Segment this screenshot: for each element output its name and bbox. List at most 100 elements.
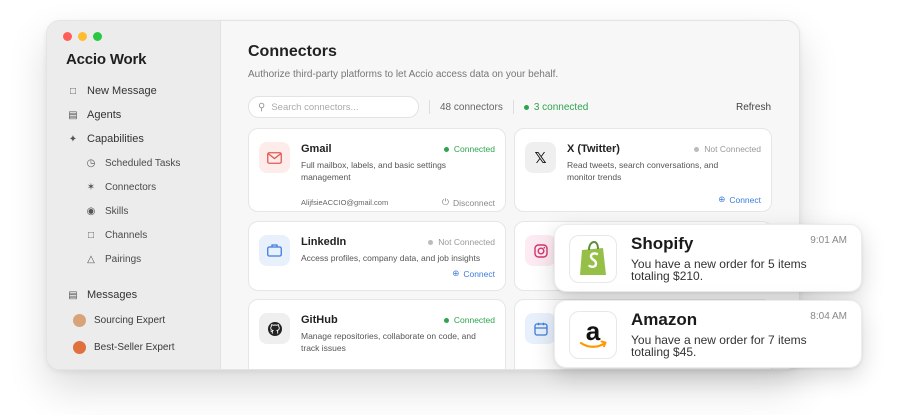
plus-circle-icon: ⊕	[452, 268, 460, 278]
connector-icon: ✶	[86, 181, 96, 193]
connect-label: Connect	[463, 268, 495, 279]
message-square-icon: □	[69, 85, 77, 97]
sidebar-item-label: Sourcing Expert	[94, 315, 166, 326]
connector-name: X (Twitter)	[567, 143, 620, 155]
connector-count: 48 connectors	[440, 101, 503, 113]
sidebar-item-agents[interactable]: ▤ Agents	[47, 103, 220, 127]
status-label: Not Connected	[438, 237, 495, 247]
minimize-window-button[interactable]	[78, 32, 87, 41]
status-label: Connected	[453, 144, 495, 154]
sidebar-item-label: Pairings	[105, 253, 142, 265]
close-window-button[interactable]	[63, 32, 72, 41]
connect-label: Connect	[729, 194, 761, 205]
connector-name: GitHub	[301, 314, 338, 326]
app-brand: Accio Work	[66, 51, 147, 68]
connector-card-linkedin[interactable]: LinkedIn Not Connected Access profiles, …	[248, 221, 506, 291]
svg-text:a: a	[586, 318, 601, 346]
amazon-logo-icon: a	[569, 311, 617, 359]
connect-button[interactable]: ⊕ Connect	[452, 268, 495, 279]
status-badge: Not Connected	[428, 237, 495, 247]
connector-description: Full mailbox, labels, and basic settings…	[301, 160, 447, 182]
search-input[interactable]	[271, 101, 402, 113]
github-icon	[259, 313, 290, 344]
sidebar-item-label: Connectors	[105, 181, 157, 193]
search-box[interactable]: ⚲	[248, 96, 419, 118]
connector-card-gmail[interactable]: Gmail Connected Full mailbox, labels, an…	[248, 128, 506, 212]
briefcase-icon	[259, 235, 290, 266]
sidebar-item-label: Messages	[87, 289, 138, 301]
disconnect-label: Disconnect	[452, 197, 495, 208]
refresh-button[interactable]: Refresh	[736, 102, 771, 113]
sidebar-item-label: Channels	[105, 229, 148, 241]
status-dot-icon	[428, 239, 434, 245]
sidebar-item-channels[interactable]: □ Channels	[47, 223, 220, 247]
sidebar-item-messages[interactable]: ▤ Messages	[47, 283, 220, 307]
sidebar-item-label: Capabilities	[87, 133, 144, 145]
sidebar-item-sourcing-expert[interactable]: Sourcing Expert	[47, 307, 220, 334]
toolbar-divider	[429, 100, 430, 114]
status-badge: Connected	[443, 144, 495, 154]
maximize-window-button[interactable]	[93, 32, 102, 41]
search-icon: ⚲	[258, 101, 266, 113]
window-controls	[63, 32, 102, 41]
sidebar-item-label: New Message	[87, 85, 157, 97]
page-subtitle: Authorize third-party platforms to let A…	[248, 69, 559, 80]
mail-icon	[259, 142, 290, 173]
notification-shopify[interactable]: Shopify 9:01 AM You have a new order for…	[554, 224, 862, 292]
connector-card-github[interactable]: GitHub Connected Manage repositories, co…	[248, 299, 506, 369]
notification-message: You have a new order for 7 items totalin…	[631, 333, 807, 359]
connect-button[interactable]: ⊕ Connect	[718, 194, 761, 205]
notification-time: 9:01 AM	[810, 235, 847, 246]
power-icon: ⏻	[441, 197, 449, 207]
calendar-icon	[525, 313, 556, 344]
sidebar-item-label: Scheduled Tasks	[105, 157, 181, 169]
pairings-icon: △	[87, 253, 95, 265]
sidebar-item-pairings[interactable]: △ Pairings	[47, 247, 220, 271]
plus-circle-icon: ⊕	[718, 194, 726, 204]
status-label: Connected	[453, 315, 495, 325]
sidebar-item-new-message[interactable]: □ New Message	[47, 79, 220, 103]
agents-icon: ▤	[68, 109, 78, 121]
sidebar-item-capabilities[interactable]: ✦ Capabilities	[47, 127, 220, 151]
sidebar-item-label: Best-Seller Expert	[94, 342, 175, 353]
instagram-icon	[525, 235, 556, 266]
status-badge: Connected	[443, 315, 495, 325]
connector-card-x-twitter[interactable]: 𝕏 X (Twitter) Not Connected Read tweets,…	[514, 128, 772, 212]
notification-amazon[interactable]: a Amazon 8:04 AM You have a new order fo…	[554, 300, 862, 368]
status-label: Not Connected	[704, 144, 761, 154]
connected-count: 3 connected	[523, 101, 589, 113]
status-dot-icon	[443, 317, 449, 323]
sidebar-item-label: Agents	[87, 109, 122, 121]
connected-account-email: AlijfsieACCIO@gmail.com	[301, 198, 389, 207]
notification-title: Shopify	[631, 234, 694, 253]
capabilities-icon: ✦	[68, 133, 78, 145]
connector-description: Read tweets, search conversations, and m…	[567, 160, 719, 182]
connector-description: Access profiles, company data, and job i…	[301, 253, 481, 263]
status-dot-icon	[523, 104, 529, 110]
avatar	[73, 341, 86, 354]
status-dot-icon	[694, 146, 700, 152]
x-logo-icon: 𝕏	[525, 142, 556, 173]
messages-icon: ▤	[68, 289, 78, 301]
sidebar-item-connectors[interactable]: ✶ Connectors	[47, 175, 220, 199]
sidebar: Accio Work □ New Message ▤ Agents ✦ Capa…	[47, 21, 221, 369]
connector-name: Gmail	[301, 143, 332, 155]
connectors-toolbar: ⚲ 48 connectors 3 connected Refresh	[248, 95, 771, 119]
clock-icon: ◷	[86, 157, 96, 169]
status-badge: Not Connected	[694, 144, 761, 154]
connector-description: Manage repositories, collaborate on code…	[301, 331, 476, 353]
sidebar-item-best-seller-expert[interactable]: Best-Seller Expert	[47, 334, 220, 361]
sidebar-item-skills[interactable]: ◉ Skills	[47, 199, 220, 223]
page-title: Connectors	[248, 43, 337, 60]
connected-count-label: 3 connected	[533, 101, 589, 113]
notification-title: Amazon	[631, 310, 698, 329]
channels-icon: □	[87, 229, 95, 241]
disconnect-button[interactable]: ⏻ Disconnect	[442, 197, 495, 208]
sidebar-item-label: Skills	[105, 205, 129, 217]
connector-name: LinkedIn	[301, 236, 347, 248]
skills-icon: ◉	[86, 205, 96, 217]
sidebar-item-scheduled-tasks[interactable]: ◷ Scheduled Tasks	[47, 151, 220, 175]
notification-message: You have a new order for 5 items totalin…	[631, 257, 807, 283]
status-dot-icon	[443, 146, 449, 152]
notification-time: 8:04 AM	[810, 311, 847, 322]
